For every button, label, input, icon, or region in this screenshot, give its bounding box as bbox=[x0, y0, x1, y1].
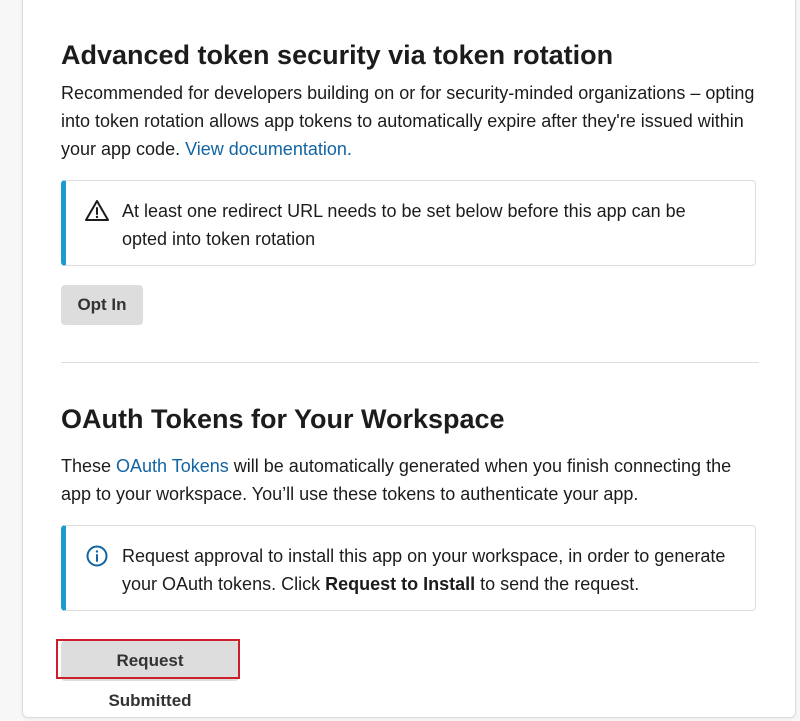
token-rotation-warning-text: At least one redirect URL needs to be se… bbox=[122, 201, 686, 249]
oauth-description-block: These OAuth Tokens will be automatically… bbox=[61, 452, 761, 508]
oauth-title: OAuth Tokens for Your Workspace bbox=[61, 404, 505, 434]
opt-in-button[interactable]: Opt In bbox=[61, 285, 143, 325]
token-rotation-title: Advanced token security via token rotati… bbox=[61, 40, 614, 70]
oauth-description: These OAuth Tokens will be automatically… bbox=[61, 452, 761, 508]
section-divider bbox=[61, 362, 759, 363]
request-to-install-emphasis: Request to Install bbox=[325, 574, 476, 594]
oauth-info-callout: Request approval to install this app on … bbox=[61, 525, 756, 611]
token-rotation-description-block: Recommended for developers building on o… bbox=[61, 79, 761, 163]
settings-card: Advanced token security via token rotati… bbox=[22, 0, 796, 718]
oauth-section: OAuth Tokens for Your Workspace bbox=[61, 402, 761, 436]
request-button-highlight bbox=[56, 639, 240, 679]
token-rotation-description: Recommended for developers building on o… bbox=[61, 79, 761, 163]
oauth-info-text: Request approval to install this app on … bbox=[122, 542, 735, 598]
info-circle-icon bbox=[84, 543, 110, 569]
token-rotation-section: Advanced token security via token rotati… bbox=[61, 38, 761, 72]
oauth-desc-prefix: These bbox=[61, 456, 117, 476]
view-documentation-link[interactable]: View documentation. bbox=[185, 139, 352, 159]
token-rotation-warning-callout: At least one redirect URL needs to be se… bbox=[61, 180, 756, 266]
warning-triangle-icon bbox=[84, 198, 110, 224]
oauth-info-suffix: to send the request. bbox=[475, 574, 640, 594]
oauth-tokens-link[interactable]: OAuth Tokens bbox=[116, 456, 229, 476]
token-rotation-description-text: Recommended for developers building on o… bbox=[61, 83, 755, 159]
